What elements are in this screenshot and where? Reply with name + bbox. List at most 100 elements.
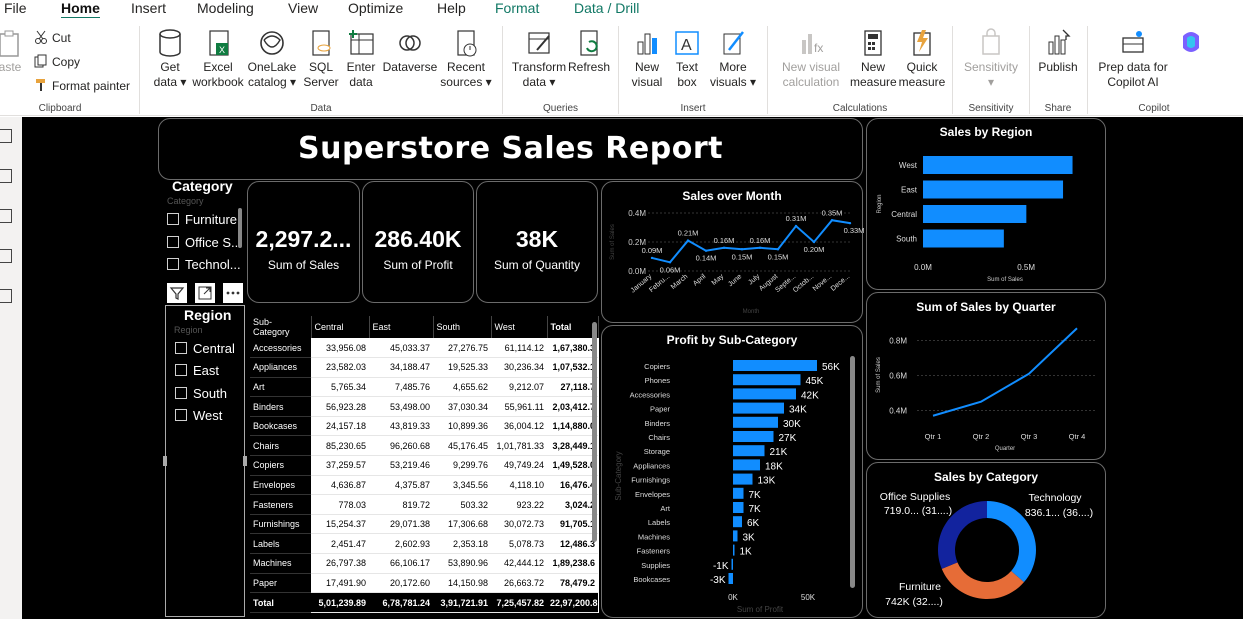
menu-format[interactable]: Format [495,0,539,16]
model-view-icon[interactable] [0,209,12,223]
recent-sources-button[interactable]: Recent sources ▾ [438,28,494,90]
excel-workbook-button[interactable]: X Excel workbook [190,28,246,90]
menu-view[interactable]: View [288,0,318,16]
checkbox[interactable] [175,387,187,399]
table-row[interactable]: Appliances 23,582.03 34,188.47 19,525.33 30,… [250,357,598,378]
kpi-card-sales[interactable]: 2,297.2... Sum of Sales [247,181,360,303]
chart-scrollbar[interactable] [850,356,855,588]
column-header[interactable]: Sub-Category [250,316,312,338]
new-visual-button[interactable]: New visual [628,28,666,90]
table-row[interactable]: Furnishings 15,254.37 29,071.38 17,306.68 30… [250,514,598,535]
resize-handle[interactable] [163,456,167,466]
sql-server-button[interactable]: SQL Server [302,28,340,90]
refresh-button[interactable]: Refresh [568,28,610,75]
checkbox[interactable] [167,236,179,248]
slicer-option-office-supplies[interactable]: Office S... [167,235,242,251]
menu-file[interactable]: File [4,0,27,16]
slicer-option-central[interactable]: Central [175,341,235,357]
table-cell: 23,582.03 [311,357,369,378]
new-visual-calculation-button[interactable]: fx New visual calculation [774,28,848,90]
copy-button[interactable]: Copy [34,54,80,70]
title-card[interactable]: Superstore Sales Report [158,118,863,180]
publish-button[interactable]: Publish [1034,28,1082,75]
total-row[interactable]: Total 5,01,239.89 6,78,781.24 3,91,721.91 7,… [250,592,598,613]
prep-data-for-copilot-button[interactable]: Prep data for Copilot AI [1094,28,1172,90]
slicer-option-furniture[interactable]: Furniture [167,212,237,228]
table-row[interactable]: Paper 17,491.90 20,172.60 14,150.98 26,663.7… [250,573,598,594]
dataverse-icon [399,35,421,51]
x-tick-label: 0K [728,593,738,602]
sales-matrix[interactable]: Sub-Category Central East South West Total Ac… [250,316,599,613]
table-row[interactable]: Art 5,765.34 7,485.76 4,655.62 9,212.07 27,11… [250,377,598,398]
slicer-option-south[interactable]: South [175,386,227,402]
column-header[interactable]: Total [547,316,599,338]
table-row[interactable]: Bookcases 24,157.18 43,819.33 10,899.36 36,0… [250,416,598,437]
region-slicer[interactable]: Region Region Central East South West [163,305,247,617]
checkbox[interactable] [175,409,187,421]
slicer-option-technology[interactable]: Technol... [167,257,241,273]
column-header[interactable]: South [433,316,492,338]
table-row[interactable]: Accessories 33,956.08 45,033.37 27,276.75 61… [250,338,598,359]
checkbox[interactable] [175,364,187,376]
table-cell: 9,299.76 [433,455,491,476]
transform-data-button[interactable]: Transform data ▾ [510,28,568,90]
sensitivity-label-icon [982,28,1000,55]
copilot-button[interactable] [1174,28,1208,60]
resize-handle[interactable] [243,456,247,466]
table-view-icon[interactable] [0,169,12,183]
menu-optimize[interactable]: Optimize [348,0,403,16]
table-row[interactable]: Copiers 37,259.57 53,219.46 9,299.76 49,749.… [250,455,598,476]
category-slicer[interactable]: Category Category Furniture Office S... … [163,178,243,278]
sales-over-month-visual[interactable]: Sales over Month 0.0M 0.2M 0.4M Sum of Sale… [601,181,864,323]
kpi-card-quantity[interactable]: 38K Sum of Quantity [476,181,598,303]
menu-help[interactable]: Help [437,0,466,16]
slicer-option-west[interactable]: West [175,408,222,424]
menu-data-drill[interactable]: Data / Drill [574,0,639,16]
more-visuals-button[interactable]: More visuals ▾ [708,28,758,90]
sensitivity-button[interactable]: Sensitivity ▾ [960,28,1022,90]
table-row[interactable]: Labels 2,451.47 2,602.93 2,353.18 5,078.73 12… [250,533,598,555]
table-row[interactable]: Envelopes 4,636.87 4,375.87 3,345.56 4,118.1… [250,475,598,496]
checkbox[interactable] [167,258,179,270]
tmdl-view-icon[interactable] [0,289,12,303]
more-options-icon[interactable] [223,283,243,303]
filter-icon[interactable] [167,283,187,303]
kpi-card-profit[interactable]: 286.40K Sum of Profit [362,181,474,303]
format-painter-button[interactable]: Format painter [34,78,130,94]
text-box-button[interactable]: A Text box [670,28,704,90]
y-axis-title: Region [877,194,883,213]
copy-icon [34,54,47,68]
focus-mode-icon[interactable] [195,283,215,303]
profit-by-subcategory-visual[interactable]: Profit by Sub-Category Copiers 56K Phones 4… [601,325,863,618]
report-view-icon[interactable] [0,129,12,143]
slicer-option-east[interactable]: East [175,363,219,379]
matrix-scrollbar[interactable] [592,322,597,542]
column-header[interactable]: Central [311,316,370,338]
get-data-button[interactable]: Get data ▾ [150,28,190,90]
table-row[interactable]: Binders 56,923.28 53,498.00 37,030.34 55,961… [250,396,598,417]
table-row[interactable]: Chairs 85,230.65 96,260.68 45,176.45 1,01,78… [250,435,598,457]
menu-modeling[interactable]: Modeling [197,0,254,16]
table-row[interactable]: Fasteners 778.03 819.72 503.32 923.22 3,024.2 [250,494,598,515]
quick-measure-button[interactable]: Quick measure [898,28,946,90]
menu-insert[interactable]: Insert [131,0,166,16]
sales-by-region-visual[interactable]: Sales by Region West East Central South 0.0M… [866,118,1106,290]
checkbox[interactable] [167,213,179,225]
new-measure-button[interactable]: New measure [850,28,897,90]
sales-by-category-visual[interactable]: Sales by Category Technology 836.1... (36… [866,462,1106,618]
dax-query-view-icon[interactable] [0,249,12,263]
paste-button[interactable]: aste [0,28,24,75]
category-label: Envelopes [635,490,670,499]
cut-button[interactable]: Cut [34,30,71,46]
column-header[interactable]: East [369,316,434,338]
menu-home[interactable]: Home [61,0,100,20]
enter-data-button[interactable]: Enter data [342,28,380,90]
sales-by-quarter-visual[interactable]: Sum of Sales by Quarter 0.4M 0.6M 0.8M Qtr … [866,292,1106,460]
onelake-catalog-button[interactable]: OneLake catalog ▾ [246,28,298,90]
slicer-scrollbar[interactable] [238,208,242,248]
table-row[interactable]: Machines 26,797.38 66,106.17 53,890.96 42,44… [250,553,598,574]
dataverse-button[interactable]: Dataverse [382,28,438,75]
paste-icon [0,30,19,57]
column-header[interactable]: West [491,316,548,338]
checkbox[interactable] [175,342,187,354]
